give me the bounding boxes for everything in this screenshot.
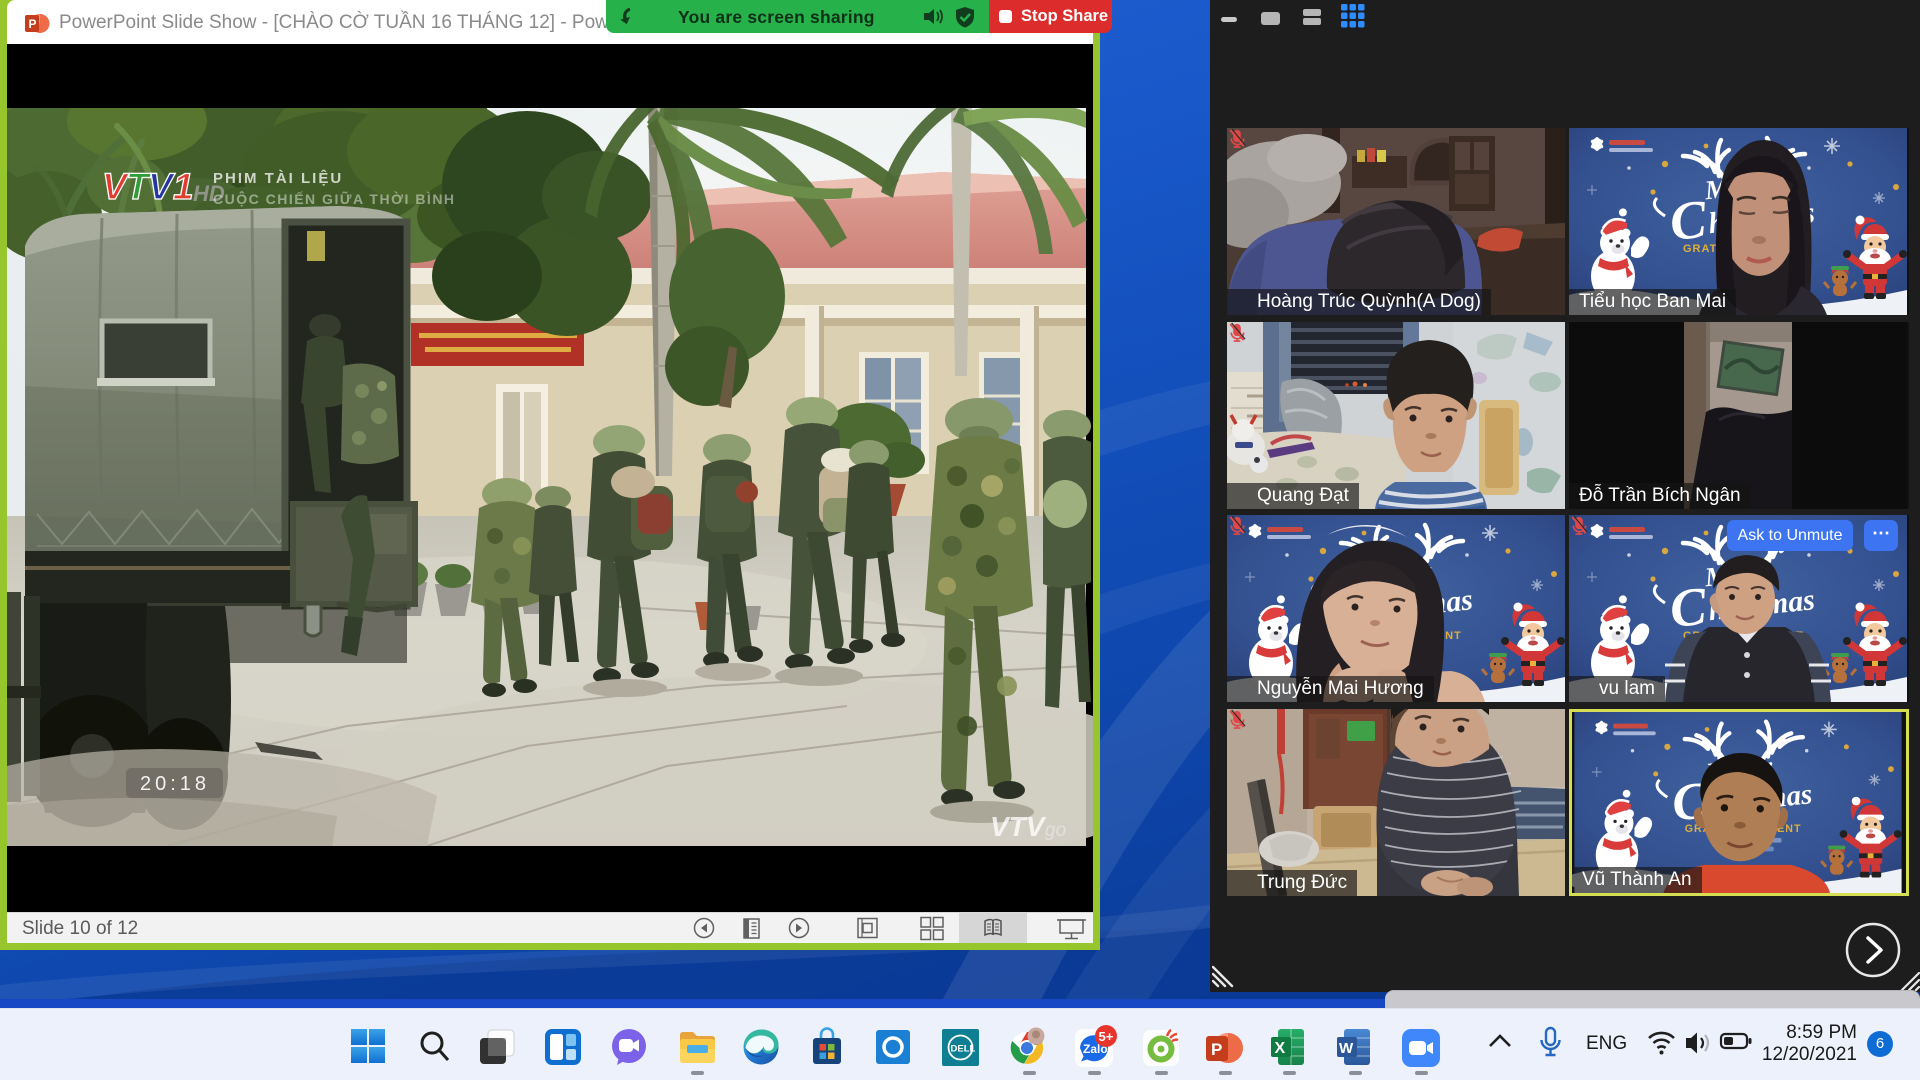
svg-text:PHIM TÀI LIỆU: PHIM TÀI LIỆU <box>213 169 343 187</box>
svg-text:VTV: VTV <box>990 811 1047 842</box>
svg-text:20:18: 20:18 <box>140 773 210 795</box>
svg-text:P: P <box>1211 1040 1222 1059</box>
svg-text:DELL: DELL <box>951 1044 976 1055</box>
svg-text:V: V <box>148 166 176 207</box>
svg-text:CUỘC CHIẾN GIỮA THỜI BÌNH: CUỘC CHIẾN GIỮA THỜI BÌNH <box>213 190 456 207</box>
svg-text:P: P <box>29 17 37 31</box>
svg-text:go: go <box>1045 820 1066 841</box>
svg-text:X: X <box>1275 1040 1286 1057</box>
svg-text:5+: 5+ <box>1099 1029 1114 1044</box>
svg-text:W: W <box>1339 1040 1354 1057</box>
svg-text:1: 1 <box>173 166 194 207</box>
